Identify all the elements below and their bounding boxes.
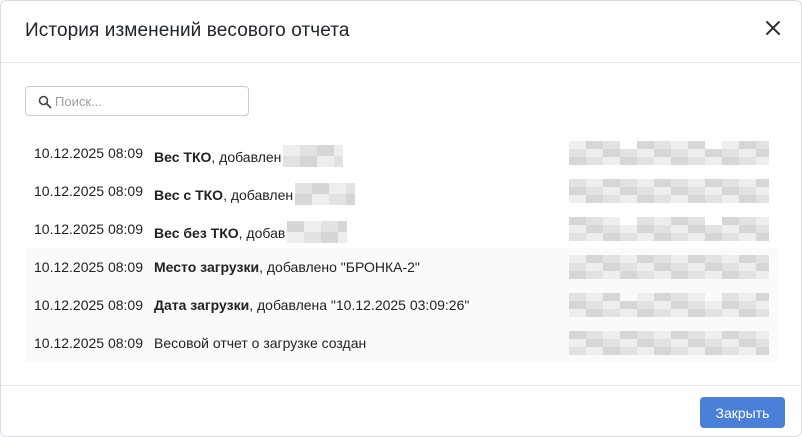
history-list: 10.12.2025 08:09 Вес ТКО, добавлен 10.12.2…	[25, 134, 777, 362]
redacted-user	[569, 254, 773, 280]
history-field-name: Вес ТКО	[154, 149, 212, 165]
history-date: 10.12.2025 08:09	[34, 297, 143, 313]
redacted-user	[569, 292, 773, 318]
redacted-user	[569, 178, 773, 204]
history-description: Весовой отчет о загрузке создан	[154, 335, 366, 351]
search-icon	[38, 95, 52, 109]
history-description: Вес с ТКО, добавлен	[154, 183, 364, 205]
history-date: 10.12.2025 08:09	[34, 221, 143, 237]
history-date: 10.12.2025 08:09	[34, 259, 143, 275]
history-action: , добавлен	[211, 149, 282, 165]
redacted-user	[569, 330, 773, 356]
history-row: 10.12.2025 08:09 Вес с ТКО, добавлен	[25, 172, 777, 210]
redacted-value	[283, 145, 352, 167]
history-row: 10.12.2025 08:09 Вес ТКО, добавлен	[25, 134, 777, 172]
dialog-title: История изменений весового отчета	[25, 20, 350, 41]
dialog-header: История изменений весового отчета	[1, 1, 801, 63]
history-action: , добавлен	[223, 187, 294, 203]
history-field-name: Вес с ТКО	[154, 187, 224, 203]
history-action: Весовой отчет о загрузке создан	[154, 335, 367, 351]
history-description: Место загрузки, добавлено "БРОНКА-2"	[154, 259, 420, 275]
history-row: 10.12.2025 08:09 Место загрузки, добавлен…	[25, 248, 777, 286]
search-field[interactable]	[25, 86, 249, 116]
history-description: Дата загрузки, добавлена "10.12.2025 03:…	[154, 297, 469, 313]
history-field-name: Дата загрузки	[154, 297, 250, 313]
history-field-name: Место загрузки	[154, 259, 260, 275]
dialog-footer: Закрыть	[1, 385, 801, 436]
history-dialog: История изменений весового отчета 10.12.…	[0, 0, 802, 437]
history-row: 10.12.2025 08:09 Весовой отчет о загрузке…	[25, 324, 777, 362]
redacted-user	[569, 140, 773, 166]
history-date: 10.12.2025 08:09	[34, 335, 143, 351]
history-action: , добав	[238, 225, 286, 241]
history-description: Вес ТКО, добавлен	[154, 145, 352, 167]
history-action: , добавлено "БРОНКА-2"	[259, 259, 420, 275]
close-icon[interactable]	[761, 16, 785, 40]
history-row: 10.12.2025 08:09 Дата загрузки, добавлена…	[25, 286, 777, 324]
redacted-value	[295, 183, 364, 205]
history-action: , добавлена "10.12.2025 03:09:26"	[249, 297, 470, 313]
close-button[interactable]: Закрыть	[700, 397, 785, 428]
history-field-name: Вес без ТКО	[154, 225, 239, 241]
history-row: 10.12.2025 08:09 Вес без ТКО, добав	[25, 210, 777, 248]
redacted-user	[569, 216, 773, 242]
search-input[interactable]	[55, 91, 240, 111]
history-description: Вес без ТКО, добав	[154, 221, 356, 243]
redacted-value	[287, 221, 356, 243]
history-date: 10.12.2025 08:09	[34, 183, 143, 199]
history-date: 10.12.2025 08:09	[34, 145, 143, 161]
